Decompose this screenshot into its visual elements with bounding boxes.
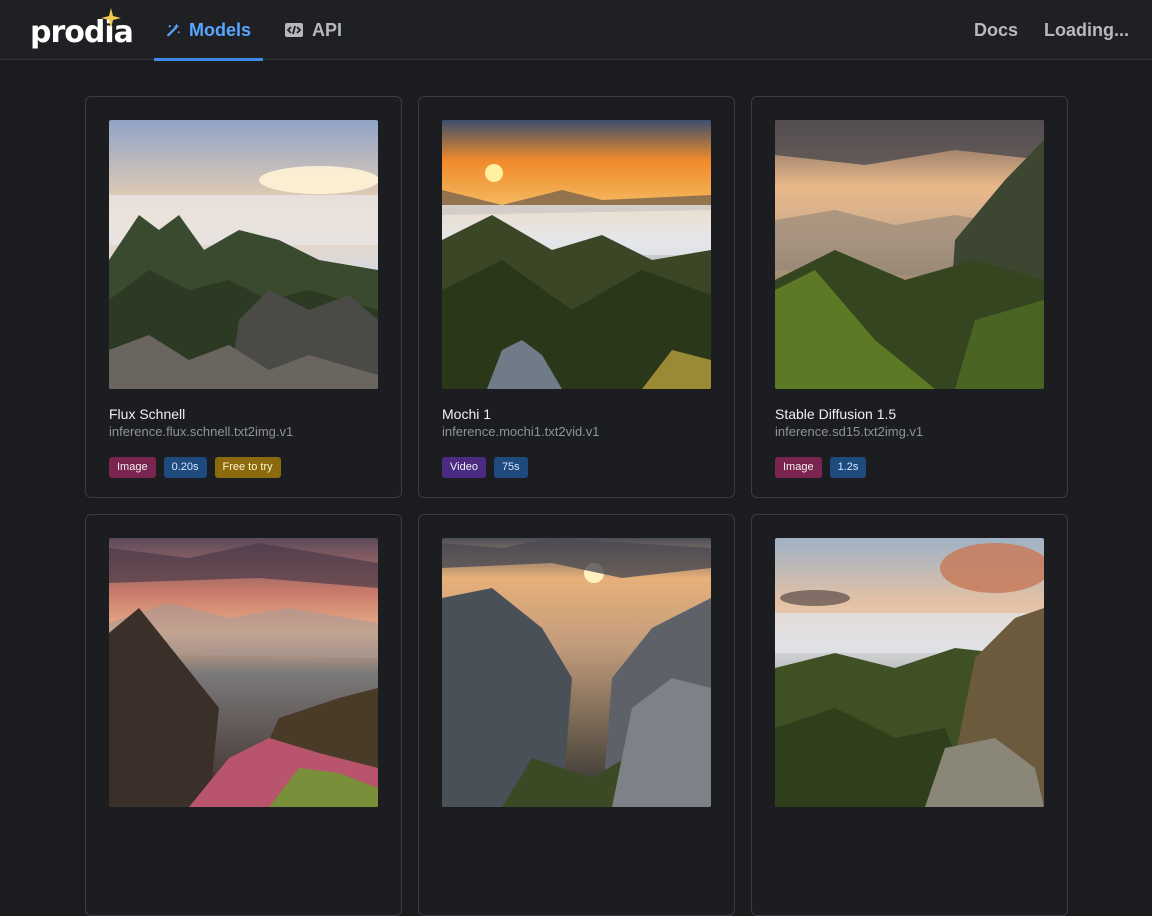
badge-type: Video [442, 457, 486, 478]
models-grid: Flux Schnell inference.flux.schnell.txt2… [85, 96, 1068, 916]
model-badges: Image 1.2s [775, 457, 867, 478]
badge-time: 75s [493, 457, 528, 478]
model-title: Mochi 1 [442, 406, 492, 422]
code-icon [285, 23, 303, 37]
prodia-logo[interactable]: prodia [30, 8, 134, 50]
model-thumbnail [442, 538, 711, 807]
model-card-flux-schnell[interactable]: Flux Schnell inference.flux.schnell.txt2… [85, 96, 402, 498]
badge-type: Image [775, 457, 822, 478]
model-badges: Video 75s [442, 457, 528, 478]
model-thumbnail [775, 538, 1044, 807]
tab-api[interactable]: API [284, 0, 342, 60]
model-title: Flux Schnell [109, 406, 186, 422]
model-card-6[interactable] [751, 514, 1068, 916]
tab-models-label: Models [188, 19, 251, 40]
magic-wand-icon [167, 23, 180, 37]
mountain-landscape-image [109, 120, 378, 389]
cloudy-cliff-image [775, 538, 1044, 807]
badge-free: Free to try [214, 457, 281, 478]
top-nav: prodia Models API Docs Loading... [0, 0, 1152, 61]
docs-link[interactable]: Docs [974, 0, 1018, 60]
account-loading[interactable]: Loading... [1044, 0, 1129, 60]
model-thumbnail [775, 120, 1044, 389]
model-thumbnail [442, 120, 711, 389]
sunset-mountain-image [442, 120, 711, 389]
badge-type: Image [109, 457, 156, 478]
pink-sunset-mountain-image [109, 538, 378, 807]
model-card-mochi-1[interactable]: Mochi 1 inference.mochi1.txt2vid.v1 Vide… [418, 96, 735, 498]
model-id: inference.sd15.txt2img.v1 [775, 424, 924, 439]
misty-valley-image [775, 120, 1044, 389]
model-title: Stable Diffusion 1.5 [775, 406, 897, 422]
model-thumbnail [109, 120, 378, 389]
sunburst-valley-image [442, 538, 711, 807]
model-card-4[interactable] [85, 514, 402, 916]
model-id: inference.mochi1.txt2vid.v1 [442, 424, 600, 439]
model-card-stable-diffusion-1-5[interactable]: Stable Diffusion 1.5 inference.sd15.txt2… [751, 96, 1068, 498]
model-badges: Image 0.20s Free to try [109, 457, 281, 478]
model-thumbnail [109, 538, 378, 807]
model-card-5[interactable] [418, 514, 735, 916]
tab-models[interactable]: Models [154, 0, 263, 61]
badge-time: 1.2s [829, 457, 867, 478]
badge-time: 0.20s [163, 457, 207, 478]
tab-api-label: API [312, 19, 343, 40]
model-id: inference.flux.schnell.txt2img.v1 [109, 424, 294, 439]
sparkle-icon [101, 8, 121, 28]
